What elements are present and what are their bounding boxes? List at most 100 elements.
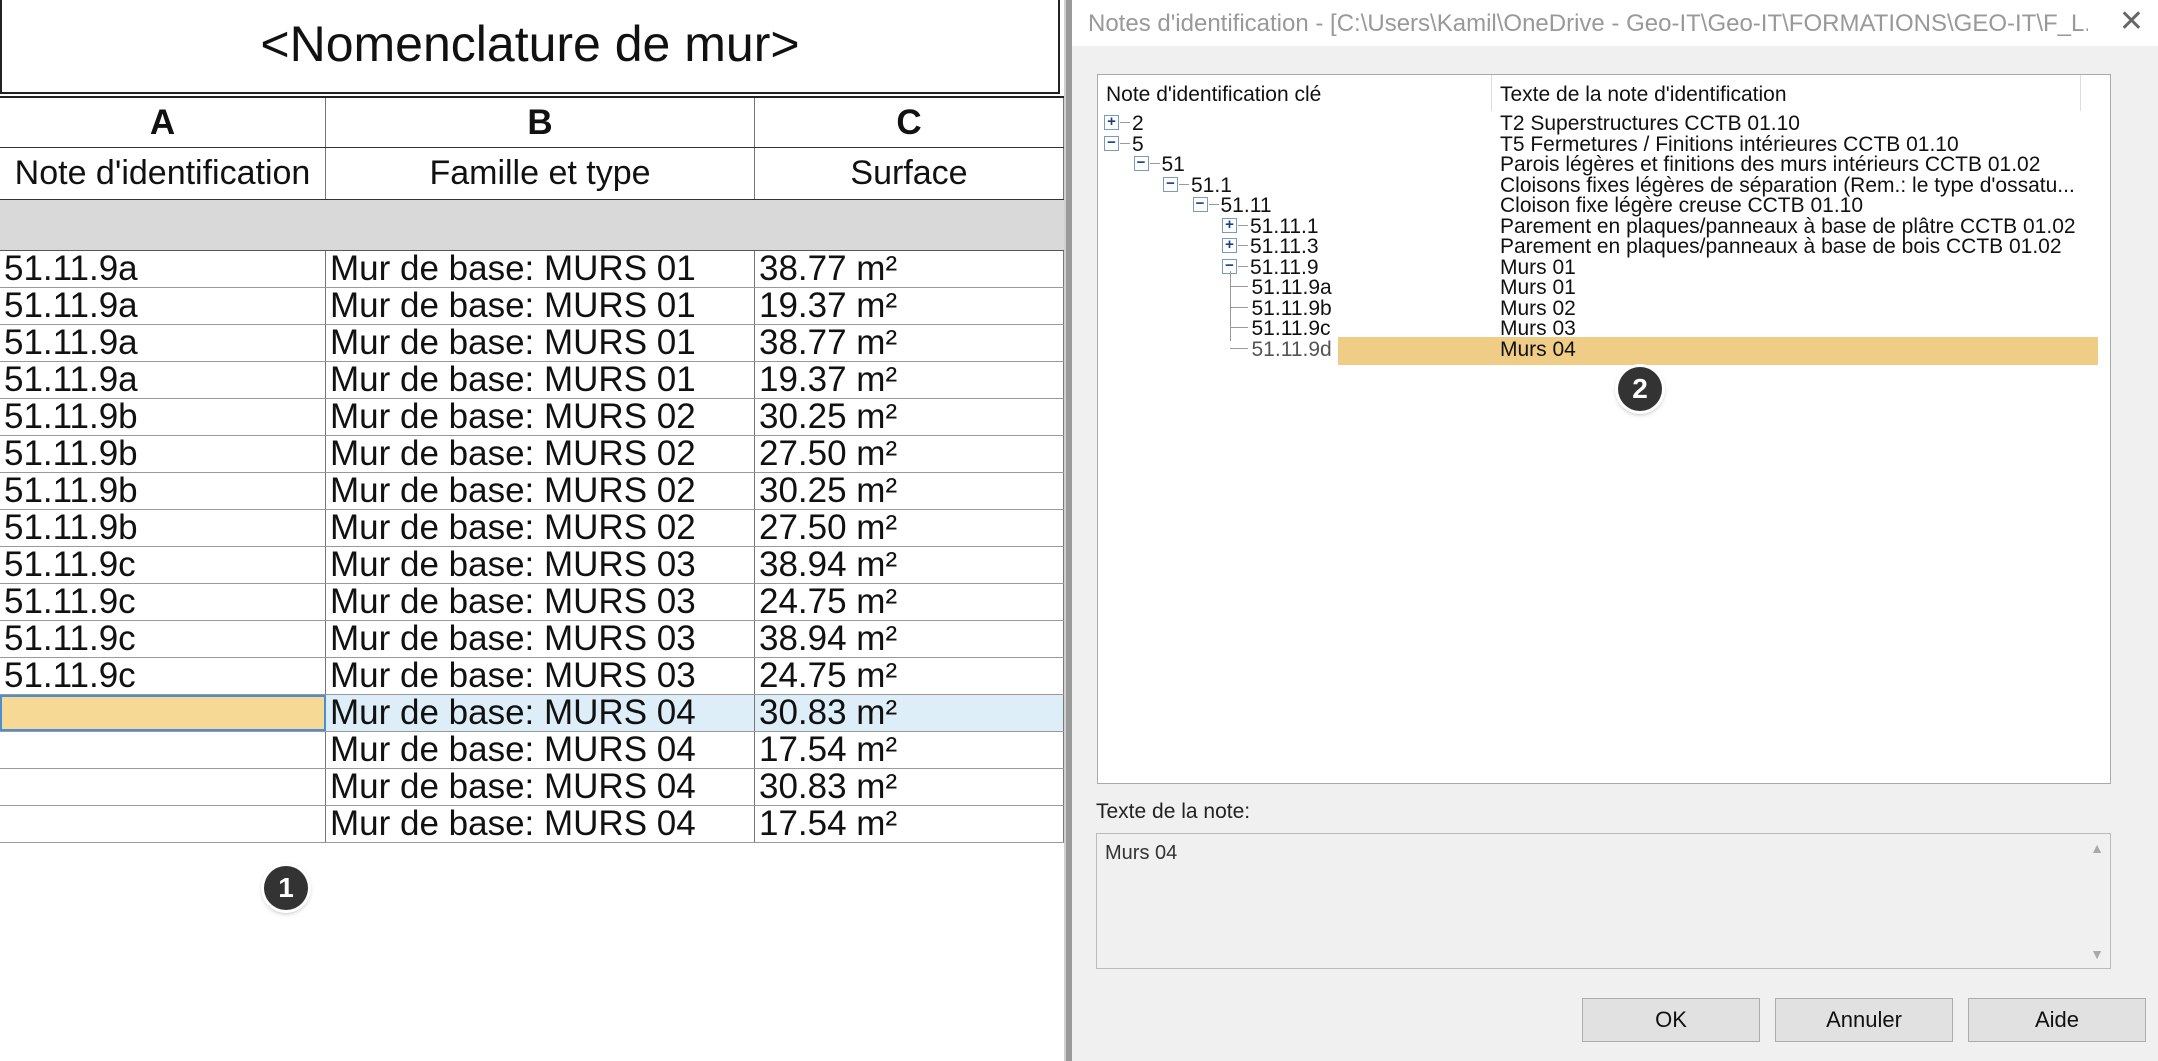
area-cell[interactable]: 24.75 m²: [755, 584, 1064, 620]
ok-button[interactable]: OK: [1582, 998, 1760, 1042]
pane-divider[interactable]: [1064, 0, 1072, 1061]
type-cell[interactable]: Mur de base: MURS 03: [326, 658, 755, 694]
area-cell[interactable]: 38.77 m²: [755, 251, 1064, 287]
table-row[interactable]: 51.11.9a Mur de base: MURS 01 38.77 m²: [0, 325, 1064, 362]
type-cell[interactable]: Mur de base: MURS 04: [326, 695, 755, 731]
table-row[interactable]: 51.11.9b Mur de base: MURS 02 27.50 m²: [0, 436, 1064, 473]
table-row[interactable]: 51.11.9b Mur de base: MURS 02 30.25 m²: [0, 399, 1064, 436]
area-cell[interactable]: 30.25 m²: [755, 473, 1064, 509]
note-cell[interactable]: [0, 769, 326, 805]
note-cell[interactable]: 51.11.9c: [0, 547, 326, 583]
note-cell[interactable]: [0, 695, 326, 731]
area-cell[interactable]: 38.77 m²: [755, 325, 1064, 361]
area-cell[interactable]: 30.25 m²: [755, 399, 1064, 435]
note-cell[interactable]: 51.11.9a: [0, 251, 326, 287]
table-row[interactable]: 51.11.9c Mur de base: MURS 03 38.94 m²: [0, 547, 1064, 584]
type-cell[interactable]: Mur de base: MURS 02: [326, 473, 755, 509]
expand-icon[interactable]: +: [1222, 237, 1237, 253]
cancel-button[interactable]: Annuler: [1775, 998, 1953, 1042]
note-cell[interactable]: 51.11.9a: [0, 362, 326, 398]
note-cell[interactable]: 51.11.9c: [0, 584, 326, 620]
table-row[interactable]: Mur de base: MURS 04 30.83 m²: [0, 695, 1064, 732]
type-cell[interactable]: Mur de base: MURS 03: [326, 584, 755, 620]
collapse-icon[interactable]: −: [1163, 176, 1178, 192]
note-cell[interactable]: 51.11.9c: [0, 621, 326, 657]
table-row[interactable]: Mur de base: MURS 04 17.54 m²: [0, 732, 1064, 769]
scroll-up-icon[interactable]: ▲: [2090, 840, 2104, 856]
table-row[interactable]: Mur de base: MURS 04 30.83 m²: [0, 769, 1064, 806]
tree-item[interactable]: 51.11.9d Murs 04: [1098, 335, 2110, 363]
table-row[interactable]: 51.11.9a Mur de base: MURS 01 19.37 m²: [0, 362, 1064, 399]
column-letter-b[interactable]: B: [326, 98, 755, 147]
type-cell[interactable]: Mur de base: MURS 03: [326, 547, 755, 583]
type-cell[interactable]: Mur de base: MURS 01: [326, 288, 755, 324]
type-cell[interactable]: Mur de base: MURS 01: [326, 251, 755, 287]
table-row[interactable]: 51.11.9c Mur de base: MURS 03 38.94 m²: [0, 621, 1064, 658]
scroll-down-icon[interactable]: ▼: [2090, 946, 2104, 962]
tree-header-key[interactable]: Note d'identification clé: [1106, 83, 1321, 107]
area-cell[interactable]: 17.54 m²: [755, 806, 1064, 842]
tree-connector: [1120, 122, 1130, 123]
tree-header-text[interactable]: Texte de la note d'identification: [1500, 83, 1787, 107]
type-cell[interactable]: Mur de base: MURS 04: [326, 732, 755, 768]
note-cell[interactable]: [0, 732, 326, 768]
area-cell[interactable]: 27.50 m²: [755, 436, 1064, 472]
type-cell[interactable]: Mur de base: MURS 02: [326, 436, 755, 472]
table-row[interactable]: 51.11.9c Mur de base: MURS 03 24.75 m²: [0, 584, 1064, 621]
header-separator: [2080, 75, 2081, 111]
close-icon[interactable]: ✕: [2119, 4, 2144, 39]
dialog-title: Notes d'identification - [C:\Users\Kamil…: [1088, 10, 2088, 37]
note-text-field[interactable]: Murs 04 ▲ ▼: [1096, 833, 2111, 969]
collapse-icon[interactable]: −: [1192, 196, 1208, 212]
note-cell[interactable]: 51.11.9b: [0, 473, 326, 509]
expand-icon[interactable]: +: [1104, 114, 1119, 130]
table-row[interactable]: Mur de base: MURS 04 17.54 m²: [0, 806, 1064, 843]
column-header-type[interactable]: Famille et type: [326, 148, 755, 199]
area-cell[interactable]: 24.75 m²: [755, 658, 1064, 694]
area-cell[interactable]: 30.83 m²: [755, 769, 1064, 805]
note-cell[interactable]: [0, 806, 326, 842]
column-letter-a[interactable]: A: [0, 98, 326, 147]
collapse-icon[interactable]: −: [1104, 135, 1119, 151]
help-button[interactable]: Aide: [1968, 998, 2146, 1042]
area-cell[interactable]: 27.50 m²: [755, 510, 1064, 546]
note-cell[interactable]: 51.11.9b: [0, 399, 326, 435]
note-cell[interactable]: 51.11.9a: [0, 288, 326, 324]
collapse-icon[interactable]: −: [1133, 155, 1149, 171]
table-row[interactable]: 51.11.9b Mur de base: MURS 02 27.50 m²: [0, 510, 1064, 547]
type-cell[interactable]: Mur de base: MURS 02: [326, 510, 755, 546]
schedule-title: <Nomenclature de mur>: [0, 0, 1060, 94]
header-separator[interactable]: [1491, 75, 1492, 111]
type-cell[interactable]: Mur de base: MURS 04: [326, 806, 755, 842]
note-cell[interactable]: 51.11.9a: [0, 325, 326, 361]
table-row[interactable]: 51.11.9c Mur de base: MURS 03 24.75 m²: [0, 658, 1064, 695]
table-row[interactable]: 51.11.9a Mur de base: MURS 01 19.37 m²: [0, 288, 1064, 325]
area-cell[interactable]: 38.94 m²: [755, 547, 1064, 583]
column-letter-c[interactable]: C: [755, 98, 1064, 147]
area-cell[interactable]: 38.94 m²: [755, 621, 1064, 657]
column-header-area[interactable]: Surface: [755, 148, 1064, 199]
area-cell[interactable]: 30.83 m²: [755, 695, 1064, 731]
dialog-titlebar[interactable]: Notes d'identification - [C:\Users\Kamil…: [1072, 0, 2158, 46]
table-row[interactable]: 51.11.9a Mur de base: MURS 01 38.77 m²: [0, 251, 1064, 288]
type-cell[interactable]: Mur de base: MURS 02: [326, 399, 755, 435]
type-cell[interactable]: Mur de base: MURS 01: [326, 325, 755, 361]
note-text-label: Texte de la note:: [1096, 800, 1251, 823]
note-cell[interactable]: 51.11.9b: [0, 510, 326, 546]
area-cell[interactable]: 19.37 m²: [755, 362, 1064, 398]
table-row[interactable]: 51.11.9b Mur de base: MURS 02 30.25 m²: [0, 473, 1064, 510]
note-cell[interactable]: 51.11.9c: [0, 658, 326, 694]
expand-icon[interactable]: +: [1222, 217, 1237, 233]
type-cell[interactable]: Mur de base: MURS 04: [326, 769, 755, 805]
note-text-value: Murs 04: [1105, 842, 1178, 864]
keynote-tree[interactable]: Note d'identification clé Texte de la no…: [1097, 74, 2111, 784]
area-cell[interactable]: 19.37 m²: [755, 288, 1064, 324]
type-cell[interactable]: Mur de base: MURS 03: [326, 621, 755, 657]
tree-connector: [1229, 327, 1248, 328]
tree-connector: [1120, 142, 1130, 144]
type-cell[interactable]: Mur de base: MURS 01: [326, 362, 755, 398]
column-header-note[interactable]: Note d'identification: [0, 148, 326, 199]
note-cell[interactable]: 51.11.9b: [0, 436, 326, 472]
area-cell[interactable]: 17.54 m²: [755, 732, 1064, 768]
keynote-dialog: Notes d'identification - [C:\Users\Kamil…: [1072, 0, 2158, 1061]
